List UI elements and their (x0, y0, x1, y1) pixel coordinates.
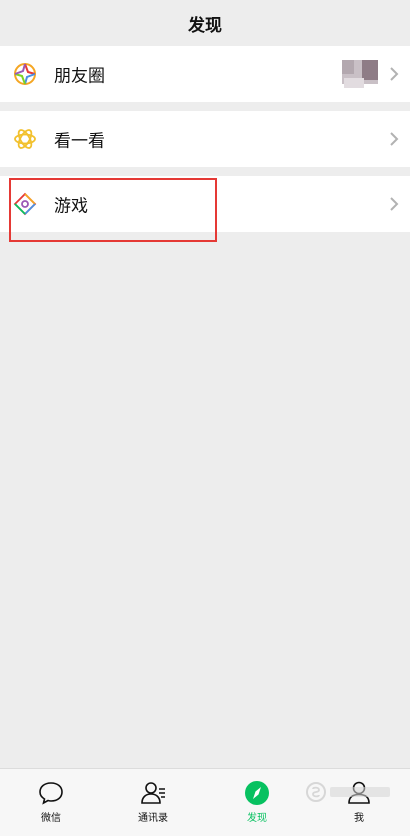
tab-label: 微信 (41, 813, 61, 824)
tab-chats[interactable]: 微信 (0, 769, 102, 836)
tab-label: 我 (354, 813, 364, 824)
watermark-logo (306, 782, 390, 802)
tab-discover[interactable]: 发现 (206, 769, 308, 836)
chevron-right-icon (390, 197, 399, 211)
chevron-right-icon (390, 67, 399, 81)
list-item-label: 朋友圈 (54, 66, 105, 87)
contacts-icon (141, 782, 165, 804)
list-item-moments[interactable]: 朋友圈 (0, 46, 410, 102)
discover-icon (245, 781, 269, 805)
top-bar: 发现 (0, 0, 410, 46)
list-item-label: 看一看 (54, 131, 105, 152)
tab-contacts[interactable]: 通讯录 (102, 769, 204, 836)
list-item-top-stories[interactable]: 看一看 (0, 111, 410, 167)
top-stories-icon (14, 129, 36, 149)
chat-icon (39, 782, 63, 805)
tab-label: 通讯录 (138, 813, 168, 824)
moments-icon (14, 63, 36, 85)
highlight-box (9, 178, 217, 242)
tab-label: 发现 (247, 813, 267, 824)
chevron-right-icon (390, 132, 399, 146)
page-title: 发现 (188, 15, 222, 36)
blurred-thumbnail (342, 60, 378, 88)
